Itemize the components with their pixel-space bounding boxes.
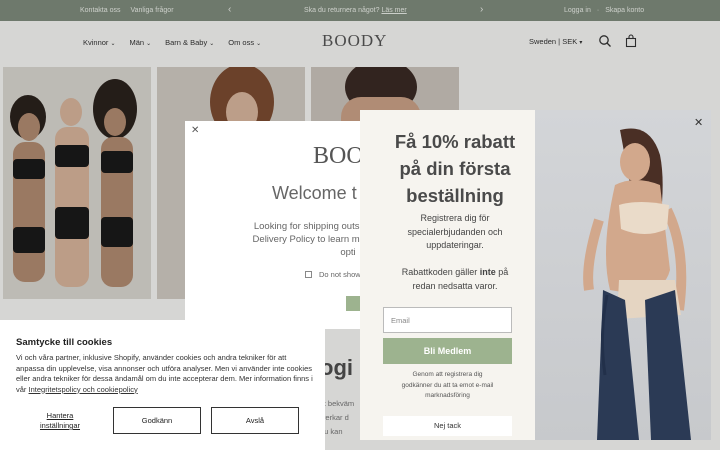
consent-text: Genom att registrera dig godkänner du at… <box>383 370 512 402</box>
consent-line: marknadsföring <box>425 392 470 399</box>
manage-line: inställningar <box>39 421 81 430</box>
become-member-button[interactable]: Bli Medlem <box>383 338 512 364</box>
consent-line: Genom att registrera dig <box>412 371 483 378</box>
offer-subtitle: Registrera dig för specialerbjudanden oc… <box>380 212 530 253</box>
terms-text: på <box>495 267 509 277</box>
offer-subtitle-line: Registrera dig för <box>420 213 490 223</box>
no-thanks-button[interactable]: Nej tack <box>383 416 512 436</box>
offer-terms-line: redan nedsatta varor. <box>412 280 498 291</box>
consent-line: godkänner du att ta emot e-mail <box>401 381 494 389</box>
privacy-policy-link[interactable]: Integritetspolicy och cookiepolicy <box>29 385 138 394</box>
close-icon[interactable]: ✕ <box>191 125 199 136</box>
welcome-title: Welcome t <box>272 183 357 203</box>
terms-text: Rabattkoden gäller <box>401 267 480 277</box>
do-not-show-checkbox[interactable] <box>305 271 312 278</box>
section-line: st bekväm <box>320 399 355 408</box>
offer-title-line: Få 10% rabatt <box>394 131 516 152</box>
close-icon[interactable]: ✕ <box>694 116 703 129</box>
offer-title-line: på din första <box>399 158 511 179</box>
cookie-text: Vi och våra partner, inklusive Shopify, … <box>16 353 316 395</box>
welcome-logo: BOO <box>313 143 364 169</box>
decline-cookies-button[interactable]: Avslå <box>211 407 299 434</box>
offer-terms-line: Rabattkoden gäller inte på <box>380 266 530 280</box>
offer-terms: Rabattkoden gäller inte på redan nedsatt… <box>380 266 530 293</box>
manage-line: Hantera <box>46 411 74 420</box>
discount-popup: Få 10% rabatt på din första beställning … <box>360 110 711 440</box>
offer-title-line: beställning <box>406 185 504 206</box>
offer-model-image <box>535 110 711 440</box>
terms-bold: inte <box>479 267 496 277</box>
offer-title: Få 10% rabatt på din första beställning <box>380 128 530 209</box>
welcome-popup: ✕ BOO Welcome t Looking for shipping out… <box>185 121 386 329</box>
offer-subtitle-line: specialerbjudanden och <box>407 226 503 237</box>
manage-settings-link[interactable]: Hantera inställningar <box>20 411 100 431</box>
offer-subtitle-line: uppdateringar. <box>426 240 484 250</box>
cookie-title: Samtycke till cookies <box>16 337 113 348</box>
accept-cookies-button[interactable]: Godkänn <box>113 407 201 434</box>
cookie-banner: Samtycke till cookies Vi och våra partne… <box>0 320 325 450</box>
checkbox-label: Do not show <box>319 270 361 279</box>
email-input[interactable]: Email <box>383 307 512 333</box>
